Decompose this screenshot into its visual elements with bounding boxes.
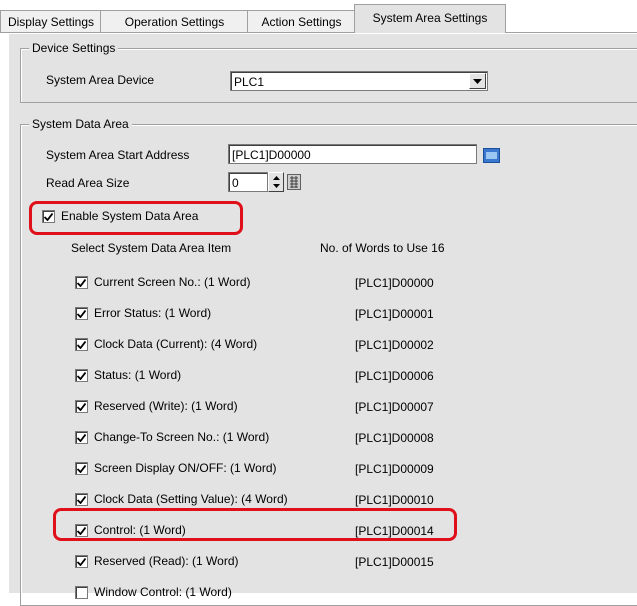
list-item: Error Status: (1 Word) [PLC1]D00001 xyxy=(21,306,621,326)
list-item: Window Control: (1 Word) xyxy=(21,585,621,605)
item-label: Error Status: (1 Word) xyxy=(94,306,212,320)
keypad-icon[interactable] xyxy=(483,148,500,163)
system-area-device-label: System Area Device xyxy=(46,73,155,87)
checkmark-icon xyxy=(77,464,86,473)
item-label: Change-To Screen No.: (1 Word) xyxy=(94,430,270,444)
item-checkbox[interactable] xyxy=(75,462,88,475)
checkmark-icon xyxy=(77,433,86,442)
tab-operation-settings[interactable]: Operation Settings xyxy=(100,10,249,33)
read-area-size-input[interactable]: 0 xyxy=(228,172,268,192)
enable-system-data-area-label: Enable System Data Area xyxy=(61,209,199,223)
list-item: Status: (1 Word) [PLC1]D00006 xyxy=(21,368,621,388)
item-label: Clock Data (Setting Value): (4 Word) xyxy=(94,492,288,506)
tab-baseline xyxy=(0,32,637,33)
select-item-header: Select System Data Area Item xyxy=(71,241,232,255)
item-label: Reserved (Write): (1 Word) xyxy=(94,399,238,413)
chevron-down-icon[interactable] xyxy=(469,73,486,89)
checkmark-icon xyxy=(77,526,86,535)
list-item: Clock Data (Setting Value): (4 Word) [PLC… xyxy=(21,492,621,512)
checkmark-icon xyxy=(77,402,86,411)
system-data-area-legend: System Data Area xyxy=(29,117,132,131)
system-area-device-select[interactable]: PLC1 xyxy=(230,71,488,91)
item-address: [PLC1]D00007 xyxy=(355,400,434,414)
item-label: Reserved (Read): (1 Word) xyxy=(94,554,239,568)
tab-system-area-settings[interactable]: System Area Settings xyxy=(354,4,506,33)
system-data-area-group: System Data Area System Area Start Addre… xyxy=(20,117,637,606)
item-checkbox[interactable] xyxy=(75,524,88,537)
checkmark-icon xyxy=(77,557,86,566)
list-item: Screen Display ON/OFF: (1 Word) [PLC1]D00… xyxy=(21,461,621,481)
tab-display-settings[interactable]: Display Settings xyxy=(0,10,102,33)
list-item: Clock Data (Current): (4 Word) [PLC1]D000… xyxy=(21,337,621,357)
item-address: [PLC1]D00002 xyxy=(355,338,434,352)
item-checkbox[interactable] xyxy=(75,307,88,320)
checkmark-icon xyxy=(77,340,86,349)
item-address: [PLC1]D00010 xyxy=(355,493,434,507)
item-checkbox[interactable] xyxy=(75,431,88,444)
item-address: [PLC1]D00008 xyxy=(355,431,434,445)
item-checkbox[interactable] xyxy=(75,369,88,382)
checkmark-icon xyxy=(77,278,86,287)
item-checkbox[interactable] xyxy=(75,493,88,506)
list-item: Control: (1 Word) [PLC1]D00014 xyxy=(21,523,621,543)
read-area-size-value: 0 xyxy=(232,176,239,190)
item-label: Window Control: (1 Word) xyxy=(94,585,232,599)
item-address: [PLC1]D00001 xyxy=(355,307,434,321)
device-settings-legend: Device Settings xyxy=(29,41,119,55)
list-item: Reserved (Write): (1 Word) [PLC1]D00007 xyxy=(21,399,621,419)
item-label: Screen Display ON/OFF: (1 Word) xyxy=(94,461,277,475)
list-item: Current Screen No.: (1 Word) [PLC1]D00000 xyxy=(21,275,621,295)
device-settings-group: Device Settings System Area Device PLC1 xyxy=(20,41,637,103)
item-address: [PLC1]D00015 xyxy=(355,555,434,569)
item-checkbox[interactable] xyxy=(75,400,88,413)
item-address: [PLC1]D00000 xyxy=(355,276,434,290)
item-checkbox[interactable] xyxy=(75,276,88,289)
spin-arrows-icon[interactable] xyxy=(268,172,284,192)
words-to-use-header: No. of Words to Use 16 xyxy=(320,241,445,255)
item-label: Status: (1 Word) xyxy=(94,368,182,382)
checkmark-icon xyxy=(44,212,53,221)
start-address-value: [PLC1]D00000 xyxy=(232,148,311,162)
list-item: Reserved (Read): (1 Word) [PLC1]D00015 xyxy=(21,554,621,574)
checkmark-icon xyxy=(77,371,86,380)
item-label: Current Screen No.: (1 Word) xyxy=(94,275,251,289)
start-address-label: System Area Start Address xyxy=(46,148,190,162)
read-area-size-label: Read Area Size xyxy=(46,176,130,190)
tab-action-settings[interactable]: Action Settings xyxy=(247,10,356,33)
checkmark-icon xyxy=(77,309,86,318)
enable-system-data-area-checkbox[interactable] xyxy=(42,210,55,223)
checkmark-icon xyxy=(77,495,86,504)
item-checkbox[interactable] xyxy=(75,338,88,351)
start-address-input[interactable]: [PLC1]D00000 xyxy=(228,144,477,164)
item-label: Clock Data (Current): (4 Word) xyxy=(94,337,258,351)
system-area-device-value: PLC1 xyxy=(234,75,265,89)
item-address: [PLC1]D00006 xyxy=(355,369,434,383)
list-item: Change-To Screen No.: (1 Word) [PLC1]D000… xyxy=(21,430,621,450)
tab-strip: Display Settings Operation Settings Acti… xyxy=(0,0,637,36)
calculator-icon[interactable] xyxy=(287,174,301,190)
item-checkbox[interactable] xyxy=(75,555,88,568)
settings-panel: Device Settings System Area Device PLC1 … xyxy=(8,34,637,606)
item-label: Control: (1 Word) xyxy=(94,523,186,537)
item-address: [PLC1]D00014 xyxy=(355,524,434,538)
item-address: [PLC1]D00009 xyxy=(355,462,434,476)
